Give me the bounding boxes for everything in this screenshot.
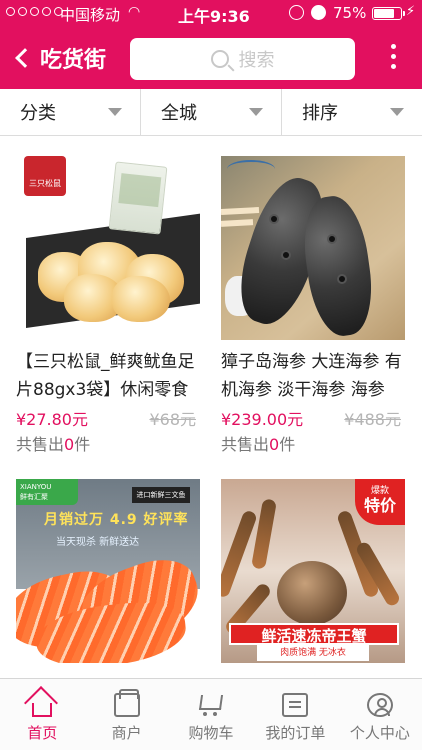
tab-cart[interactable]: 购物车 bbox=[169, 679, 253, 750]
cart-icon bbox=[198, 693, 224, 717]
order-icon bbox=[282, 693, 309, 717]
tab-profile[interactable]: 个人中心 bbox=[338, 679, 422, 750]
tab-label: 我的订单 bbox=[265, 724, 326, 742]
alarm-icon bbox=[311, 5, 326, 20]
product-title: 【三只松鼠_鲜爽鱿鱼足片88gx3袋】休闲零食 bbox=[16, 352, 195, 400]
brand-badge: XIANYOU 鲜有汇聚 bbox=[16, 479, 78, 505]
product-card[interactable]: 獐子岛海参 大连海参 有机海参 淡干海参 海参 ¥239.00元 ¥488元 共… bbox=[221, 156, 409, 458]
clock: 上午9:36 bbox=[178, 7, 250, 26]
product-card[interactable]: XIANYOU 鲜有汇聚 进口新鲜三文鱼 月销过万 4.9 好评率 当天现杀 新鲜… bbox=[16, 479, 204, 663]
back-button[interactable]: 吃货街 bbox=[14, 42, 106, 74]
filter-sort[interactable]: 排序 bbox=[282, 89, 422, 135]
brand-logo bbox=[227, 160, 275, 178]
image-banner-sub: 肉质饱满 无冰衣 bbox=[257, 645, 369, 661]
image-banner: 鲜活速冻帝王蟹 bbox=[229, 623, 399, 645]
tab-home[interactable]: 首页 bbox=[0, 679, 84, 750]
sold-count: 共售出0件 bbox=[16, 435, 91, 454]
rotation-lock-icon bbox=[289, 5, 304, 20]
tab-label: 个人中心 bbox=[349, 724, 410, 742]
hot-badge: 爆款 特价 bbox=[355, 479, 405, 525]
tab-label: 商户 bbox=[111, 724, 142, 742]
image-subline: 当天现杀 新鲜送达 bbox=[56, 537, 140, 548]
charging-icon: ⚡︎ bbox=[406, 4, 416, 19]
tab-label: 首页 bbox=[27, 724, 58, 742]
product-image[interactable]: 三只松鼠 bbox=[16, 156, 200, 340]
dropdown-arrow-icon bbox=[108, 108, 122, 116]
filter-label: 全城 bbox=[161, 103, 197, 124]
nav-header: 吃货街 搜索 bbox=[0, 28, 422, 89]
filter-label: 分类 bbox=[20, 103, 56, 124]
search-input[interactable]: 搜索 bbox=[130, 38, 355, 80]
battery-icon bbox=[372, 7, 405, 20]
carrier-label: 中国移动 bbox=[60, 6, 121, 24]
chevron-left-icon bbox=[15, 48, 35, 68]
search-icon bbox=[210, 50, 229, 68]
wifi-icon: ◠ bbox=[128, 4, 141, 20]
tab-orders[interactable]: 我的订单 bbox=[253, 679, 337, 750]
product-image[interactable]: XIANYOU 鲜有汇聚 进口新鲜三文鱼 月销过万 4.9 好评率 当天现杀 新鲜… bbox=[16, 479, 200, 663]
tab-merchants[interactable]: 商户 bbox=[84, 679, 168, 750]
product-grid: 三只松鼠 【三只松鼠_鲜爽鱿鱼足片88gx3袋】休闲零食 ¥27.80元 ¥68… bbox=[0, 137, 422, 678]
user-icon bbox=[366, 693, 393, 717]
top-bar: 中国移动 ◠ 上午9:36 75% ⚡︎ 吃货街 搜索 bbox=[0, 0, 422, 89]
filter-bar: 分类 全城 排序 bbox=[0, 89, 422, 136]
more-menu-button[interactable] bbox=[391, 44, 396, 69]
filter-category[interactable]: 分类 bbox=[0, 89, 141, 135]
dropdown-arrow-icon bbox=[249, 108, 263, 116]
filter-label: 排序 bbox=[302, 103, 338, 124]
page-title: 吃货街 bbox=[40, 48, 107, 73]
status-bar: 中国移动 ◠ 上午9:36 75% ⚡︎ bbox=[0, 0, 422, 28]
product-card[interactable]: 爆款 特价 鲜活速冻帝王蟹 肉质饱满 无冰衣 bbox=[221, 479, 409, 663]
price-row: ¥27.80元 ¥68元 bbox=[16, 404, 204, 432]
tab-bar: 首页 商户 购物车 我的订单 个人中心 bbox=[0, 678, 422, 750]
image-headline: 月销过万 4.9 好评率 bbox=[44, 512, 189, 528]
product-image[interactable] bbox=[221, 156, 405, 340]
product-price: ¥239.00元 bbox=[221, 410, 304, 429]
tab-label: 购物车 bbox=[188, 724, 234, 742]
dropdown-arrow-icon bbox=[390, 108, 404, 116]
product-card[interactable]: 三只松鼠 【三只松鼠_鲜爽鱿鱼足片88gx3袋】休闲零食 ¥27.80元 ¥68… bbox=[16, 156, 204, 458]
battery-percent: 75% bbox=[333, 4, 367, 22]
sold-count: 共售出0件 bbox=[221, 435, 296, 454]
image-tag: 进口新鲜三文鱼 bbox=[132, 487, 190, 503]
home-icon bbox=[32, 703, 53, 717]
product-price: ¥27.80元 bbox=[16, 410, 88, 429]
product-title: 獐子岛海参 大连海参 有机海参 淡干海参 海参 bbox=[221, 352, 402, 400]
price-row: ¥239.00元 ¥488元 bbox=[221, 404, 409, 432]
shop-icon bbox=[113, 689, 140, 717]
search-placeholder: 搜索 bbox=[238, 50, 275, 71]
brand-logo: 三只松鼠 bbox=[24, 156, 66, 196]
product-image[interactable]: 爆款 特价 鲜活速冻帝王蟹 肉质饱满 无冰衣 bbox=[221, 479, 405, 663]
package-image bbox=[108, 161, 168, 235]
original-price: ¥488元 bbox=[344, 410, 401, 429]
signal-icon bbox=[6, 7, 63, 16]
original-price: ¥68元 bbox=[149, 410, 196, 429]
filter-city[interactable]: 全城 bbox=[141, 89, 282, 135]
